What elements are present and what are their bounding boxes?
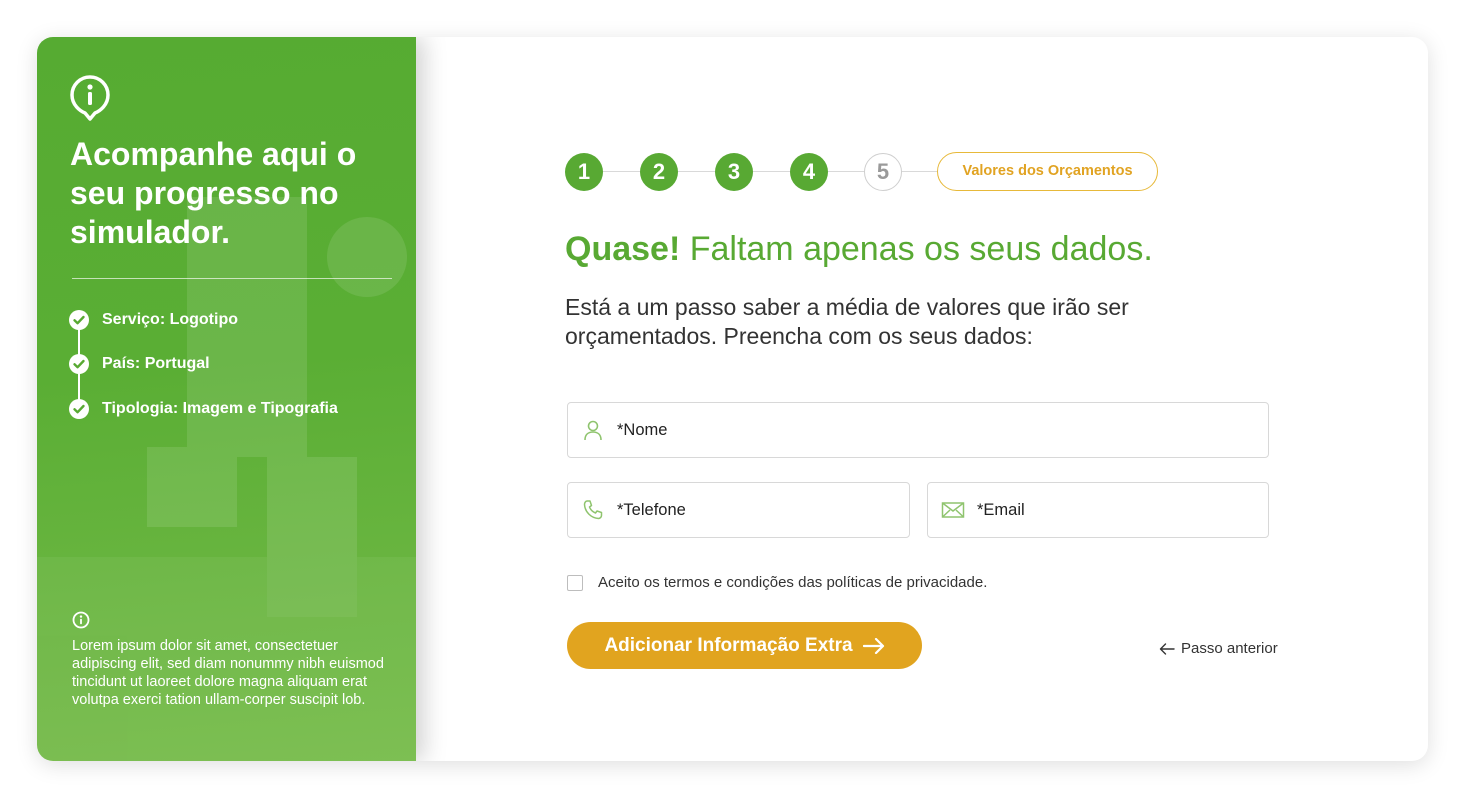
step-2[interactable]: 2: [640, 153, 678, 191]
phone-placeholder: *Telefone: [617, 500, 686, 519]
user-icon: [584, 420, 602, 441]
progress-item-country: País: Portugal: [69, 354, 210, 374]
previous-step-label: Passo anterior: [1181, 640, 1278, 657]
page-title: Quase! Faltam apenas os seus dados.: [565, 230, 1153, 269]
page-title-bold: Quase!: [565, 230, 681, 268]
step-indicator: 1 2 3 4 5 Valores dos Orçamentos: [565, 152, 1165, 192]
email-placeholder: *Email: [977, 500, 1025, 519]
phone-field[interactable]: *Telefone: [567, 482, 910, 538]
sidebar-title: Acompanhe aqui o seu progresso no simula…: [70, 136, 357, 250]
progress-item-typology: Tipologia: Imagem e Tipografia: [69, 399, 338, 419]
add-extra-info-label: Adicionar Informação Extra: [604, 634, 853, 656]
terms-row: Aceito os termos e condições das polític…: [567, 574, 987, 591]
check-circle-icon: [69, 399, 89, 419]
mail-icon: [941, 502, 965, 518]
page-subtitle: Está a um passo saber a média de valores…: [565, 294, 1129, 349]
simulator-card: Acompanhe aqui o seu progresso no simula…: [37, 37, 1428, 761]
arrow-right-icon: [862, 637, 884, 654]
sidebar-note: Lorem ipsum dolor sit amet, consectetuer…: [72, 638, 384, 708]
check-circle-icon: [69, 310, 89, 330]
terms-label[interactable]: Aceito os termos e condições das polític…: [598, 574, 987, 591]
email-field[interactable]: *Email: [927, 482, 1269, 538]
previous-step-link[interactable]: Passo anterior: [1159, 640, 1278, 657]
name-field[interactable]: *Nome: [567, 402, 1269, 458]
name-placeholder: *Nome: [617, 420, 668, 439]
step-5[interactable]: 5: [864, 153, 902, 191]
progress-item-label: Tipologia: Imagem e Tipografia: [102, 400, 338, 417]
phone-icon: [583, 500, 603, 520]
page-title-rest: Faltam apenas os seus dados.: [680, 230, 1153, 268]
step-4[interactable]: 4: [790, 153, 828, 191]
check-circle-icon: [69, 354, 89, 374]
add-extra-info-button[interactable]: Adicionar Informação Extra: [567, 622, 922, 669]
info-pin-icon: [70, 75, 110, 121]
progress-item-service: Serviço: Logotipo: [69, 310, 238, 330]
step-final-budgets[interactable]: Valores dos Orçamentos: [937, 152, 1158, 191]
progress-sidebar: Acompanhe aqui o seu progresso no simula…: [37, 37, 416, 761]
arrow-left-icon: [1159, 642, 1175, 655]
step-3[interactable]: 3: [715, 153, 753, 191]
progress-item-label: Serviço: Logotipo: [102, 311, 238, 328]
step-1[interactable]: 1: [565, 153, 603, 191]
terms-checkbox[interactable]: [567, 574, 583, 591]
sidebar-divider: [72, 278, 392, 279]
progress-item-label: País: Portugal: [102, 355, 210, 372]
info-icon: [72, 611, 90, 629]
